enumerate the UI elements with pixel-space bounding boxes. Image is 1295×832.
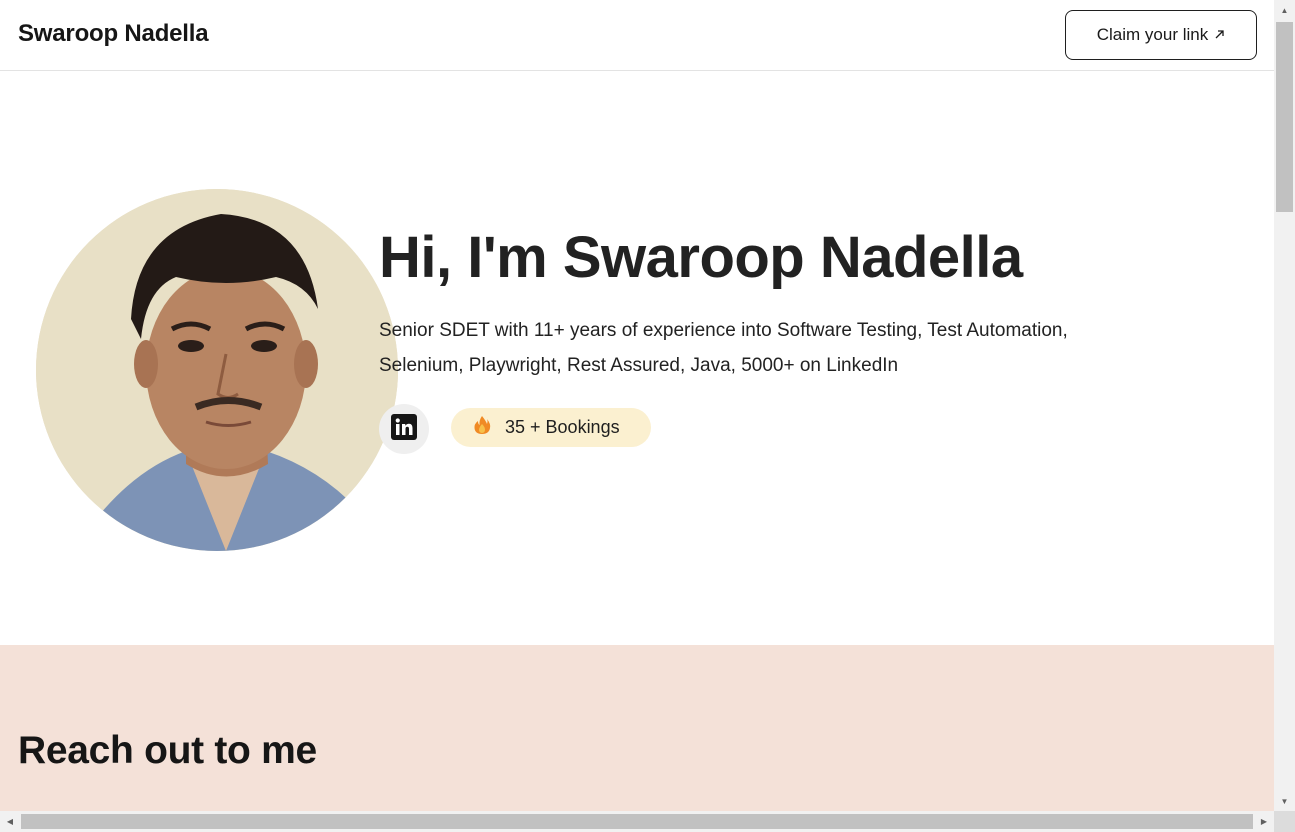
linkedin-icon — [391, 413, 417, 445]
hero-description: Senior SDET with 11+ years of experience… — [379, 320, 1068, 376]
hero-title: Hi, I'm Swaroop Nadella — [379, 225, 1023, 290]
horizontal-scroll-thumb[interactable] — [21, 814, 1253, 829]
linkedin-link[interactable] — [379, 404, 429, 454]
bookings-badge: 35 + Bookings — [451, 408, 651, 447]
brand-name[interactable]: Swaroop Nadella — [18, 20, 209, 48]
scroll-left-arrow-icon[interactable]: ◀ — [0, 811, 20, 832]
scrollbar-corner — [1274, 811, 1295, 832]
arrow-up-right-icon — [1214, 27, 1225, 43]
scroll-right-arrow-icon[interactable]: ▶ — [1254, 811, 1274, 832]
claim-link-button[interactable]: Claim your link — [1065, 10, 1257, 60]
fire-icon — [473, 415, 491, 440]
scroll-down-arrow-icon[interactable]: ▼ — [1274, 791, 1295, 811]
vertical-scroll-thumb[interactable] — [1276, 22, 1293, 212]
reach-out-title: Reach out to me — [18, 729, 317, 772]
horizontal-scrollbar[interactable]: ◀ ▶ — [0, 811, 1274, 832]
reach-out-section: Reach out to me — [0, 645, 1274, 811]
top-navbar: Swaroop Nadella Claim your link — [0, 0, 1274, 71]
scroll-up-arrow-icon[interactable]: ▲ — [1274, 0, 1295, 20]
profile-avatar — [36, 189, 398, 551]
bookings-label: 35 + Bookings — [505, 417, 620, 437]
vertical-scrollbar[interactable]: ▲ ▼ — [1274, 0, 1295, 811]
page-viewport: Swaroop Nadella Claim your link Hi, I'm … — [0, 0, 1274, 811]
claim-link-label: Claim your link — [1096, 25, 1209, 44]
